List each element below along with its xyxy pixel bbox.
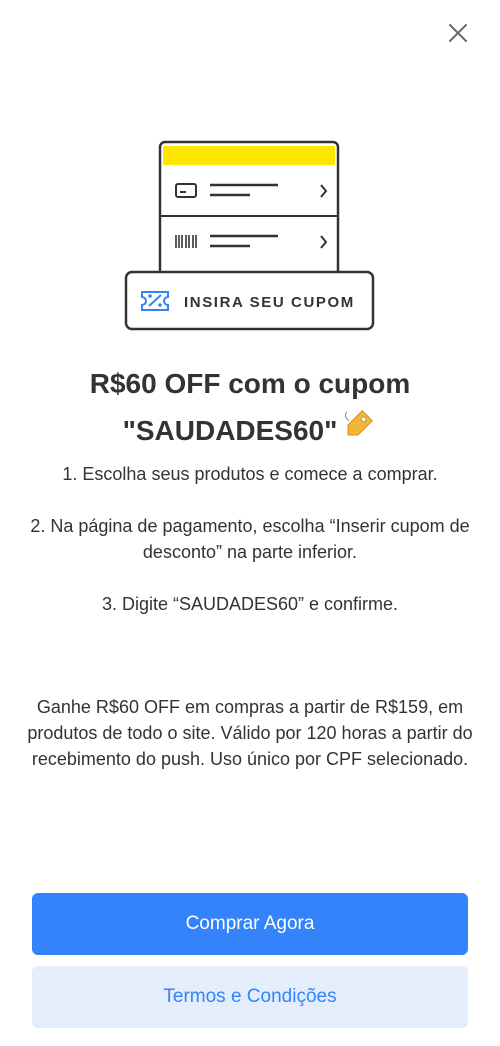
instruction-step: 3. Digite “SAUDADES60” e confirme. (101, 594, 399, 614)
title-line-2: "SAUDADES60" (122, 415, 338, 446)
offer-details: Ganhe R$60 OFF em compras a partir de R$… (27, 697, 473, 769)
close-icon (449, 24, 467, 42)
yellow-header-bar (163, 146, 335, 165)
instructions-list: 1. Escolha seus produtos e comece a comp… (24, 461, 476, 617)
barcode-icon (175, 235, 197, 248)
close-button[interactable] (440, 15, 476, 51)
buy-now-button[interactable]: Comprar Agora (32, 893, 468, 955)
page-title: R$60 OFF com o cupom "SAUDADES60" (20, 362, 480, 457)
coupon-illustration: INSIRA SEU CUPOM (120, 138, 380, 338)
terms-button[interactable]: Termos e Condições (32, 966, 468, 1028)
instruction-step: 1. Escolha seus produtos e comece a comp… (62, 464, 438, 484)
coupon-field-label: INSIRA SEU CUPOM (184, 294, 355, 311)
tag-icon (339, 406, 377, 457)
instruction-step: 2. Na página de pagamento, escolha “Inse… (30, 516, 470, 562)
title-line-1: R$60 OFF com o cupom (89, 368, 411, 399)
